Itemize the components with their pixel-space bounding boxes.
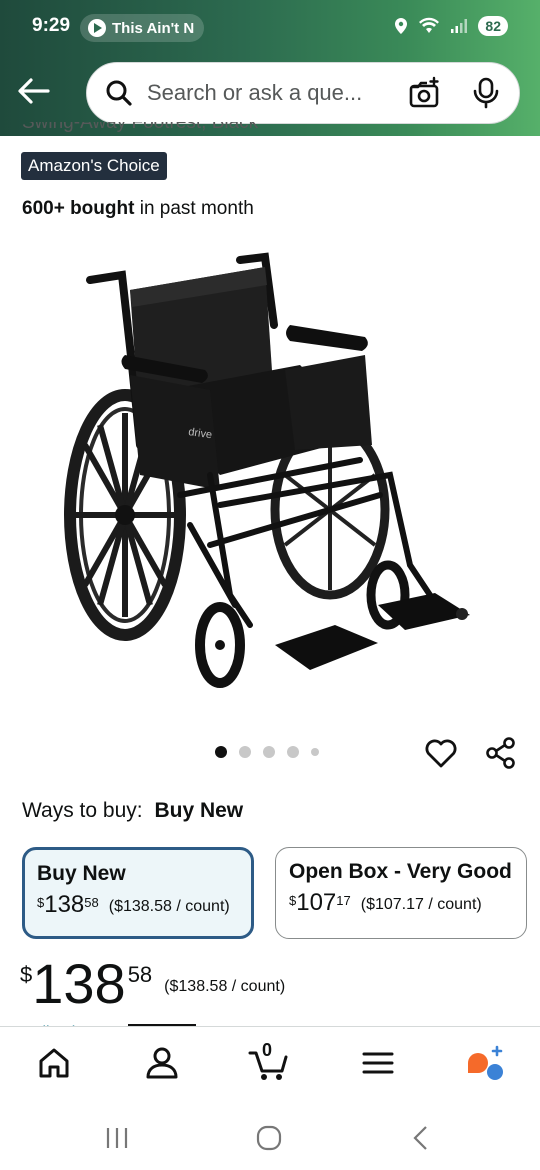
cart-count-badge: 0: [262, 1040, 273, 1060]
rufus-assistant-icon[interactable]: [464, 1043, 508, 1083]
back-arrow-icon[interactable]: [16, 76, 50, 106]
price-per-unit: ($138.58 / count): [108, 898, 230, 915]
share-icon[interactable]: [484, 736, 518, 770]
account-icon[interactable]: [142, 1043, 182, 1083]
wifi-icon: [419, 17, 440, 33]
status-icons: 82: [394, 16, 508, 36]
system-navigation-bar: [0, 1100, 540, 1170]
status-time: 9:29: [32, 15, 71, 36]
main-price: $ 138 58 ($138.58 / count): [20, 954, 285, 1014]
bottom-navigation: [0, 1026, 540, 1100]
carousel-dot[interactable]: [263, 746, 275, 758]
price-symbol: $: [37, 895, 45, 910]
microphone-icon[interactable]: [471, 76, 501, 110]
ways-to-buy-selected: Buy New: [154, 799, 244, 822]
menu-icon[interactable]: [358, 1043, 398, 1083]
price-whole: 138: [32, 952, 126, 1015]
camera-search-icon[interactable]: [407, 76, 441, 110]
signal-icon: [451, 19, 468, 33]
buy-option-price: $ 138 58 ($138.58 / count): [37, 892, 239, 918]
buy-option-new[interactable]: Buy New $ 138 58 ($138.58 / count): [22, 847, 254, 939]
price-symbol: $: [289, 893, 297, 908]
amazons-choice-badge: Amazon's Choice: [21, 152, 167, 180]
status-bar: 9:29 This Ain't N 82: [0, 12, 540, 44]
media-chip[interactable]: This Ain't N: [80, 14, 204, 42]
price-fraction: 58: [84, 895, 99, 910]
carousel-dot[interactable]: [239, 746, 251, 758]
search-input[interactable]: Search or ask a que...: [147, 80, 407, 106]
app-header: 9:29 This Ain't N 82 Search or ask a que…: [0, 0, 540, 136]
purchase-count-rest: in past month: [139, 198, 254, 219]
purchase-count: 600+ bought in past month: [22, 198, 254, 220]
product-image-wheelchair[interactable]: drive: [60, 245, 480, 695]
price-symbol: $: [20, 962, 33, 987]
ways-to-buy-label: Ways to buy:: [22, 799, 143, 822]
carousel-dot[interactable]: [287, 746, 299, 758]
carousel-dot[interactable]: [215, 746, 227, 758]
search-bar[interactable]: Search or ask a que...: [86, 62, 520, 124]
price-whole: 138: [44, 891, 85, 918]
back-button-icon[interactable]: [406, 1124, 436, 1152]
home-button-icon[interactable]: [254, 1124, 284, 1152]
buy-option-open-box[interactable]: Open Box - Very Good $ 107 17 ($107.17 /…: [275, 847, 527, 939]
price-whole: 107: [296, 889, 337, 916]
price-per-unit: ($107.17 / count): [360, 896, 482, 913]
image-carousel-dots[interactable]: [215, 746, 319, 758]
buy-option-title: Buy New: [37, 862, 126, 885]
media-label: This Ain't N: [112, 19, 195, 37]
carousel-dot[interactable]: [311, 748, 319, 756]
price-per-unit: ($138.58 / count): [164, 978, 286, 995]
heart-icon[interactable]: [424, 736, 458, 770]
search-icon: [106, 80, 132, 106]
price-fraction: 17: [336, 893, 351, 908]
recents-icon[interactable]: [102, 1124, 132, 1152]
home-icon[interactable]: [34, 1043, 74, 1083]
price-fraction: 58: [127, 962, 153, 987]
battery-indicator: 82: [478, 16, 508, 36]
location-icon: [395, 18, 408, 34]
product-title-partial: Swing-Away Footrest, Black: [22, 122, 259, 133]
ways-to-buy: Ways to buy: Buy New: [22, 799, 243, 823]
buy-option-price: $ 107 17 ($107.17 / count): [289, 890, 514, 916]
purchase-count-bold: 600+ bought: [22, 198, 135, 219]
buy-option-title: Open Box - Very Good: [289, 860, 512, 883]
play-icon: [88, 19, 106, 37]
